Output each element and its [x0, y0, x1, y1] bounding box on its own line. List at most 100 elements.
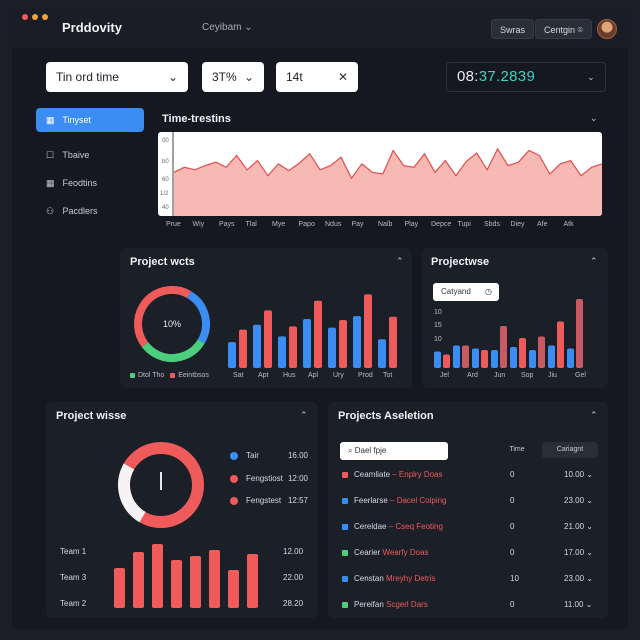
search-placeholder: Dael fpje — [354, 446, 387, 455]
bar-red — [114, 568, 125, 608]
bar-blue — [491, 350, 498, 368]
search-input[interactable]: ⌕ Dael fpje — [340, 442, 448, 460]
row-name: Cereldae — [354, 522, 389, 531]
bar-blue — [529, 350, 536, 368]
y-tick-label: 40 — [162, 205, 169, 211]
row-time: 0 — [510, 600, 515, 609]
chevron-down-icon: ⌄ — [243, 70, 254, 84]
sidebar-item-feodtins[interactable]: ▦ Feodtins — [36, 171, 144, 195]
clear-icon[interactable]: ✕ — [338, 62, 348, 92]
window-controls[interactable] — [22, 14, 48, 20]
x-tick-label: Apl — [308, 372, 319, 379]
x-tick-label: Tupi — [457, 221, 471, 228]
sidebar-item-tbaive[interactable]: ☐ Tbaive — [36, 143, 144, 167]
chevron-up-icon[interactable]: ⌃ — [396, 256, 404, 267]
legend-label: Fengstest — [246, 496, 282, 505]
chevron-up-icon[interactable]: ⌃ — [590, 410, 598, 421]
chevron-up-icon[interactable]: ⌃ — [300, 410, 308, 421]
search-icon: ⌕ — [348, 446, 353, 455]
row-swatch — [342, 575, 348, 582]
team-value: 22.00 — [283, 573, 304, 582]
x-tick-label: Jel — [440, 372, 449, 379]
project-wisse-bar-chart — [114, 544, 258, 608]
row-swatch — [342, 549, 348, 556]
bar-red — [171, 560, 182, 608]
chevron-down-icon[interactable]: ⌄ — [587, 63, 595, 91]
row-value[interactable]: 17.00 ⌄ — [564, 548, 593, 557]
bar-red — [209, 550, 220, 608]
count-value: 14t — [286, 70, 303, 84]
chevron-up-icon[interactable]: ⌃ — [590, 256, 598, 267]
x-tick-label: Depce — [431, 221, 452, 228]
chevron-down-icon[interactable]: ⌄ — [590, 113, 598, 124]
row-name: Ceamliate — [354, 470, 393, 479]
column-header-time[interactable]: Time — [500, 442, 534, 458]
row-tag: – Dacel Coiping — [390, 496, 447, 505]
row-tag: Scgerl Dars — [386, 600, 428, 609]
count-input[interactable]: 14t ✕ — [276, 62, 358, 92]
row-tag: – Enplry Doas — [392, 470, 443, 479]
percent-select[interactable]: 3T% ⌄ — [202, 62, 264, 92]
bar-blue — [548, 345, 555, 368]
close-dot[interactable] — [22, 14, 28, 20]
row-value[interactable]: 23.00 ⌄ — [564, 574, 593, 583]
bar-blue — [303, 319, 311, 368]
x-tick-label: Sbds — [484, 221, 500, 228]
row-value[interactable]: 21.00 ⌄ — [564, 522, 593, 531]
x-tick-label: Wiy — [192, 221, 205, 228]
bar-blue — [472, 348, 479, 368]
table-row[interactable]: Cereldae – Cseq Feoting — [342, 522, 443, 531]
table-row[interactable]: Cearier Wearfy Doas — [342, 548, 429, 557]
date-range-value: Tin ord time — [56, 70, 119, 84]
date-range-select[interactable]: Tin ord time ⌄ — [46, 62, 188, 92]
sidebar-item-tinyset[interactable]: ▦ Tinyset — [36, 108, 144, 132]
top-button-1[interactable]: Swras — [491, 19, 535, 39]
users-icon: ⚇ — [46, 206, 55, 216]
row-swatch — [342, 471, 348, 478]
x-tick-label: Mye — [272, 221, 286, 228]
bar-red — [247, 554, 258, 608]
x-tick-label: Prue — [166, 221, 181, 228]
y-tick-label: b0 — [162, 159, 169, 165]
row-value[interactable]: 10.00 ⌄ — [564, 470, 593, 479]
row-value[interactable]: 23.00 ⌄ — [564, 496, 593, 505]
bar-red — [538, 336, 545, 368]
timer-display[interactable]: 08:37.2839 ⌄ — [446, 62, 606, 92]
legend-label: Eeintbsos — [178, 372, 209, 379]
column-header-category[interactable]: Cariagnt — [542, 442, 598, 458]
team-label: Team 2 — [60, 599, 87, 608]
table-row[interactable]: Feerlarse – Dacel Coiping — [342, 496, 447, 505]
bar-red — [557, 321, 564, 368]
top-button-2[interactable]: Centgin ⌾ — [535, 19, 592, 39]
x-tick-label: Play — [404, 221, 419, 228]
chevron-down-icon: ⌄ — [167, 70, 178, 84]
sidebar-item-pacdlers[interactable]: ⚇ Pacdlers — [36, 199, 144, 223]
x-tick-label: Jiu — [548, 372, 557, 379]
bar-blue — [353, 316, 361, 368]
table-row[interactable]: Pereifan Scgerl Dars — [342, 600, 428, 609]
table-row[interactable]: Ceamliate – Enplry Doas — [342, 470, 443, 479]
top-menu-dropdown[interactable]: Ceyibam ⌄ — [202, 22, 253, 33]
project-wisse-ring — [118, 442, 204, 528]
row-value[interactable]: 11.00 ⌄ — [564, 600, 592, 609]
y-tick-label: 60 — [162, 177, 169, 183]
maximize-dot[interactable] — [42, 14, 48, 20]
bar-red — [289, 326, 297, 368]
bar-blue — [228, 342, 236, 368]
avatar[interactable] — [597, 19, 617, 39]
x-tick-label: Tlal — [245, 221, 257, 228]
projectwse-title: Projectwse — [431, 256, 490, 268]
timer-accent: 37.2839 — [478, 68, 536, 85]
project-wcts-donut: 10% — [134, 286, 210, 362]
legend-swatch — [130, 372, 135, 378]
table-row[interactable]: Censtan Mreyhy Detris — [342, 574, 435, 583]
minimize-dot[interactable] — [32, 14, 38, 20]
donut-legend: Dtol Tho Eeintbsos — [130, 372, 209, 379]
donut-center-label: 10% — [163, 319, 181, 329]
projects-aseletion-title: Projects Aseletion — [338, 410, 434, 422]
x-tick-label: Jun — [494, 372, 506, 379]
x-tick-label: Ndus — [325, 221, 342, 228]
bar-red — [264, 310, 272, 368]
legend-value: 12:00 — [287, 474, 308, 483]
bar-blue — [278, 336, 286, 368]
